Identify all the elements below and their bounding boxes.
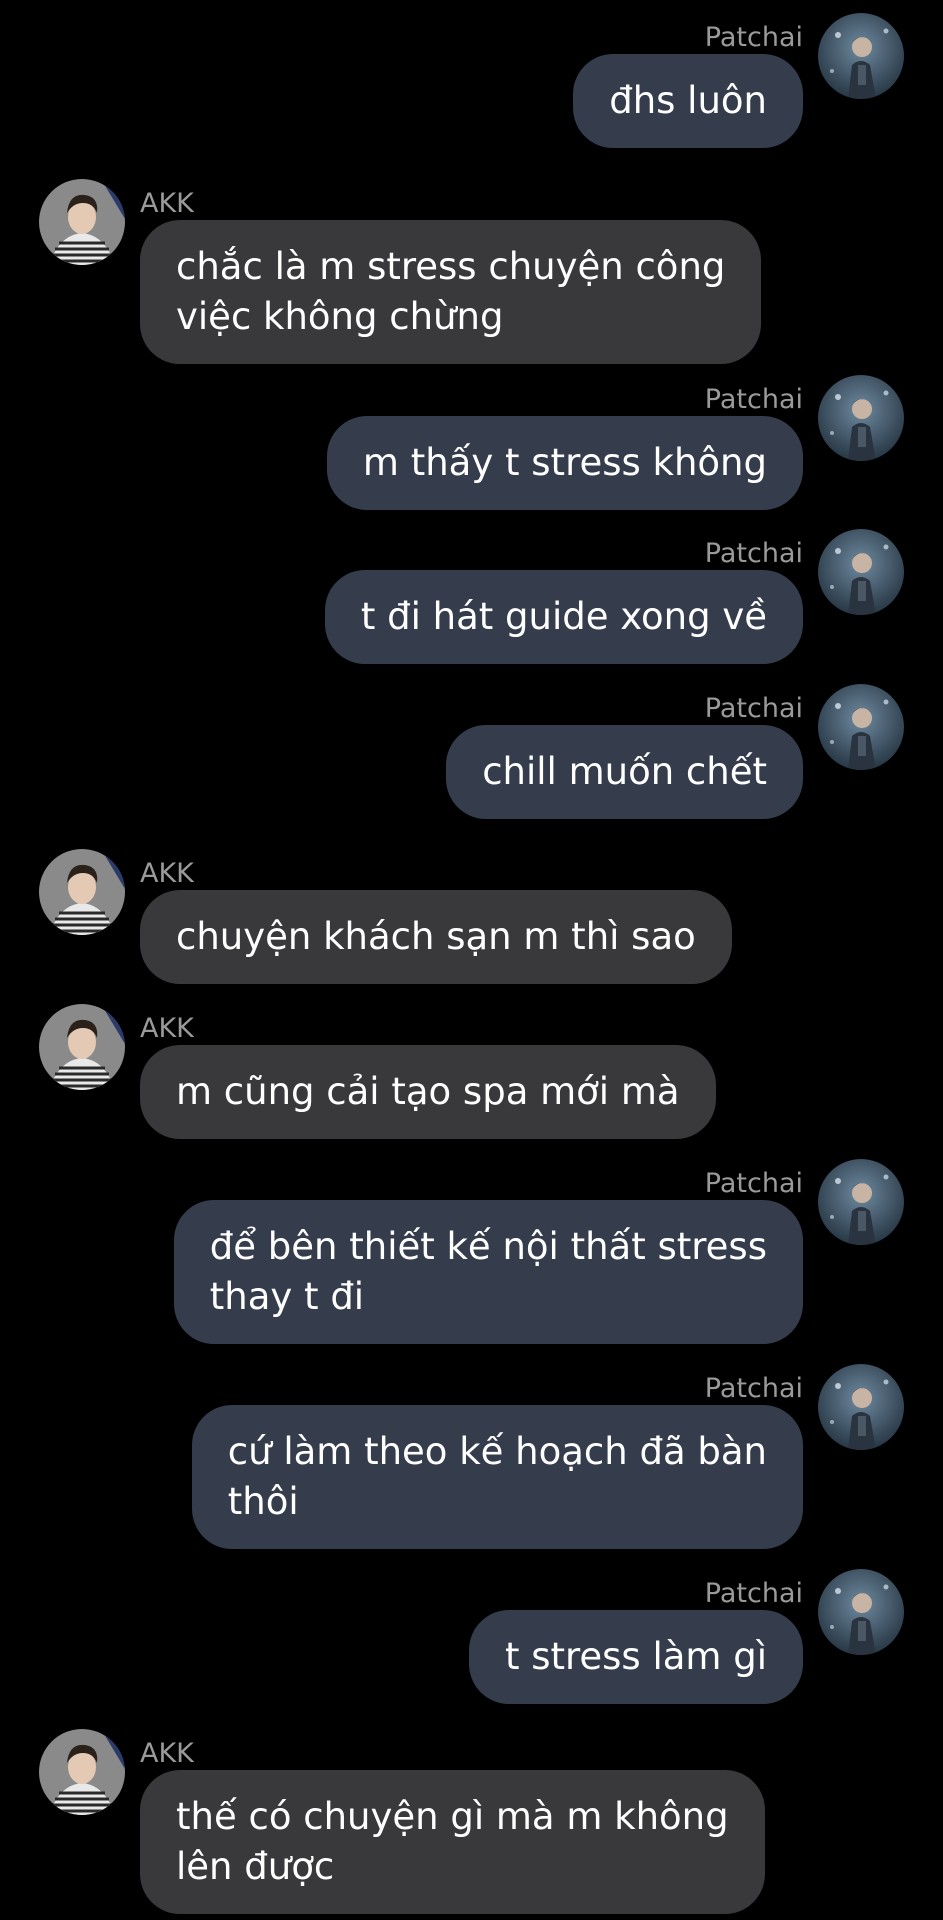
avatar-akk[interactable] <box>39 1729 125 1815</box>
sender-name: AKK <box>140 188 194 219</box>
sender-name: Patchai <box>704 22 803 53</box>
avatar-patchai[interactable] <box>818 13 904 99</box>
avatar-patchai[interactable] <box>818 529 904 615</box>
message-bubble[interactable]: t stress làm gì <box>468 1610 803 1704</box>
sender-name: Patchai <box>704 1578 803 1609</box>
message-text: chắc là m stress chuyện công <box>176 245 726 288</box>
message-bubble[interactable]: thế có chuyện gì mà m không lên được <box>140 1770 765 1914</box>
message-text: t stress làm gì <box>504 1635 767 1678</box>
sender-name: Patchai <box>704 384 803 415</box>
message-text: chill muốn chết <box>482 750 767 793</box>
message-bubble[interactable]: chắc là m stress chuyện công việc không c… <box>140 220 762 364</box>
message-text: t đi hát guide xong về <box>360 595 767 638</box>
message-bubble[interactable]: chuyện khách sạn m thì sao <box>140 890 732 984</box>
message-bubble[interactable]: đhs luôn <box>573 54 803 148</box>
sender-name: Patchai <box>704 538 803 569</box>
message-text: chuyện khách sạn m thì sao <box>176 915 696 958</box>
avatar-patchai[interactable] <box>818 1569 904 1655</box>
sender-name: AKK <box>140 1738 194 1769</box>
message-text: m thấy t stress không <box>362 441 767 484</box>
message-text: việc không chừng <box>176 295 504 338</box>
avatar-patchai[interactable] <box>818 375 904 461</box>
message-text: lên được <box>176 1845 335 1888</box>
sender-name: Patchai <box>704 1373 803 1404</box>
message-bubble[interactable]: để bên thiết kế nội thất stress thay t đi <box>173 1200 803 1344</box>
message-text: để bên thiết kế nội thất stress <box>209 1225 767 1268</box>
message-bubble[interactable]: chill muốn chết <box>446 725 803 819</box>
message-text: thế có chuyện gì mà m không <box>176 1795 729 1838</box>
chat-thread[interactable]: Patchai đhs luôn AKK chắc là m stress chuyệ… <box>0 0 943 1920</box>
sender-name: Patchai <box>704 693 803 724</box>
message-text: cứ làm theo kế hoạch đã bàn <box>227 1430 767 1473</box>
message-text: m cũng cải tạo spa mới mà <box>176 1070 680 1113</box>
avatar-akk[interactable] <box>39 179 125 265</box>
avatar-akk[interactable] <box>39 849 125 935</box>
avatar-patchai[interactable] <box>818 1159 904 1245</box>
message-bubble[interactable]: t đi hát guide xong về <box>324 570 803 664</box>
message-text: thôi <box>227 1480 299 1523</box>
message-bubble[interactable]: cứ làm theo kế hoạch đã bàn thôi <box>191 1405 803 1549</box>
avatar-patchai[interactable] <box>818 684 904 770</box>
avatar-patchai[interactable] <box>818 1364 904 1450</box>
sender-name: AKK <box>140 1013 194 1044</box>
message-text: đhs luôn <box>609 79 767 122</box>
sender-name: Patchai <box>704 1168 803 1199</box>
message-bubble[interactable]: m thấy t stress không <box>326 416 803 510</box>
sender-name: AKK <box>140 858 194 889</box>
message-text: thay t đi <box>209 1275 365 1318</box>
avatar-akk[interactable] <box>39 1004 125 1090</box>
message-bubble[interactable]: m cũng cải tạo spa mới mà <box>140 1045 716 1139</box>
